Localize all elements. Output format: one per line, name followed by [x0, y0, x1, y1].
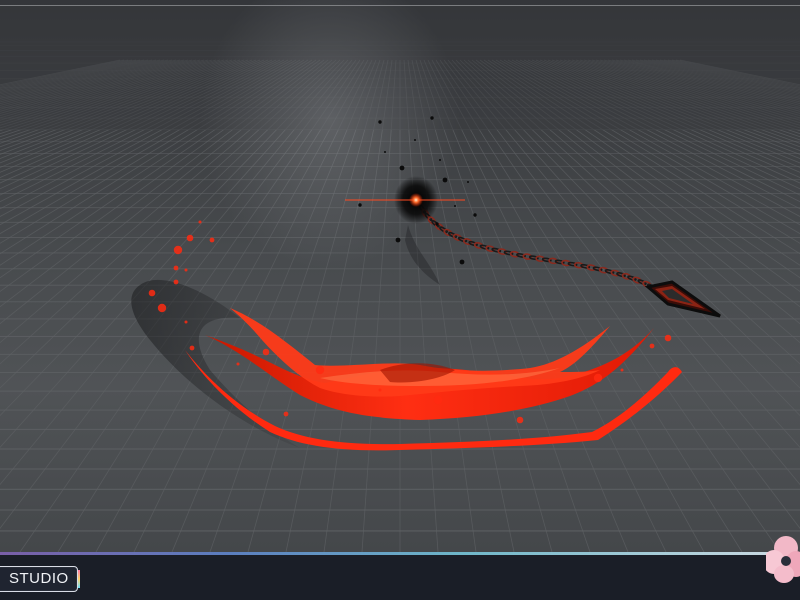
ember-particle — [620, 368, 624, 372]
debris-particle — [435, 222, 439, 226]
orb-core — [409, 193, 423, 207]
debris-particle — [358, 203, 362, 207]
ember-particle — [189, 345, 195, 351]
ember-particle — [157, 303, 167, 313]
ember-particle — [184, 268, 188, 272]
ember-particle — [516, 416, 524, 424]
light-fog — [200, 0, 460, 270]
debris-particle — [459, 259, 465, 265]
ember-particle — [184, 320, 188, 324]
debris-particle — [395, 237, 401, 243]
debris-particle — [384, 151, 386, 153]
ember-particle — [186, 234, 194, 242]
debris-particle — [414, 139, 416, 141]
ember-particle — [378, 388, 382, 392]
chain-link — [627, 275, 637, 281]
viewport-3d[interactable] — [0, 0, 800, 552]
footer-bar: STUDIO — [0, 552, 800, 600]
ember-particle — [433, 395, 443, 405]
debris-particle — [454, 205, 456, 207]
ember-particle — [593, 373, 603, 383]
ember-particle — [173, 245, 183, 255]
ember-particle — [173, 265, 179, 271]
ember-particle — [649, 343, 655, 349]
ember-particle — [262, 348, 270, 356]
debris-particle — [467, 181, 469, 183]
ember-particle — [283, 411, 289, 417]
debris-particle — [442, 177, 448, 183]
ember-particle — [236, 362, 240, 366]
ember-particle — [315, 365, 325, 375]
chain — [416, 200, 665, 295]
debris-particle — [399, 165, 405, 171]
footer-gradient-line — [0, 552, 770, 555]
chain-arrowhead — [644, 280, 721, 318]
ember-particle — [198, 220, 202, 224]
slash-shadow — [131, 279, 300, 448]
debris-particle — [430, 116, 434, 120]
debris-particle — [439, 159, 441, 161]
ember-particle — [148, 289, 156, 297]
ember-particle — [664, 334, 672, 342]
viewport-top-rule — [0, 5, 800, 6]
debris-particle — [473, 213, 477, 217]
ember-particle — [173, 279, 179, 285]
studio-badge: STUDIO — [0, 566, 80, 592]
debris-particle — [378, 120, 382, 124]
ember-particle — [209, 237, 215, 243]
chain-shadow — [405, 225, 440, 285]
effect-layer — [131, 0, 721, 451]
flower-logo-icon — [766, 536, 800, 583]
